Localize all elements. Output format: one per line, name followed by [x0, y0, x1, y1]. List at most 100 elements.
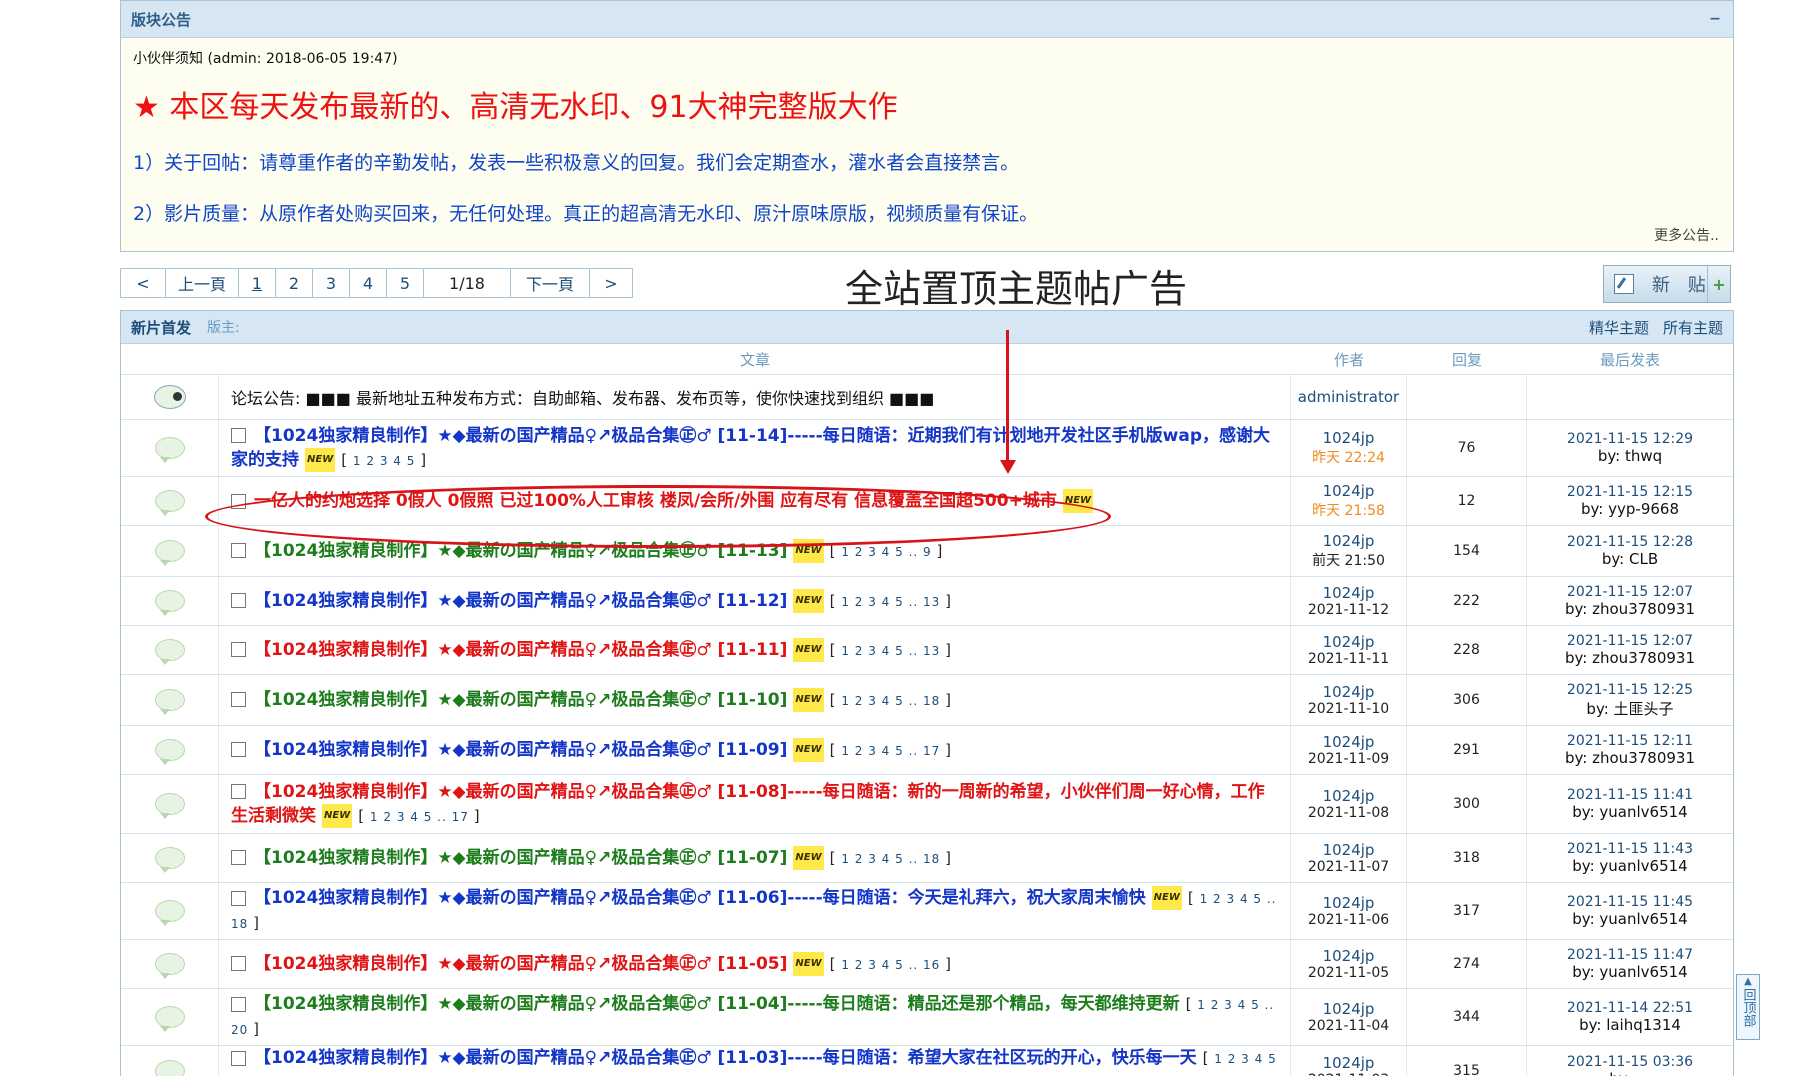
author-name[interactable]: 1024jp: [1323, 633, 1375, 651]
page-links[interactable]: 1 2 3 4 5 .. 18: [841, 694, 940, 708]
last-post-by: by: yyp-9668: [1581, 500, 1679, 518]
page-links[interactable]: 1 2 3 4 5 .. 18: [841, 852, 940, 866]
page-links[interactable]: 1 2 3 4 5 .. 17: [841, 744, 940, 758]
page-links[interactable]: 1 2 3 4 5: [353, 454, 415, 468]
new-post-button[interactable]: 新 贴 +: [1603, 265, 1731, 303]
topic-icon: [154, 1006, 185, 1032]
last-post-time[interactable]: 2021-11-15 11:45: [1567, 894, 1693, 910]
next-page-button[interactable]: 下一頁: [511, 269, 590, 297]
page-links[interactable]: 1 2 3 4 5 .. 16: [841, 958, 940, 972]
reply-count: 344: [1453, 1009, 1480, 1025]
annotation-arrow-head: [1000, 460, 1016, 474]
author-name[interactable]: 1024jp: [1323, 584, 1375, 602]
last-post-time[interactable]: 2021-11-15 12:29: [1567, 431, 1693, 447]
thread-title-link[interactable]: 【1024独家精良制作】★◆最新の国产精品♀↗极品合集㊣♂ [11-13]: [254, 541, 787, 561]
author-name[interactable]: 1024jp: [1323, 683, 1375, 701]
author-name[interactable]: 1024jp: [1323, 947, 1375, 965]
author-name[interactable]: 1024jp: [1323, 1000, 1375, 1018]
page-1-link[interactable]: 1: [239, 269, 276, 297]
thread-list: 新片首发 版主: 精华主题 所有主题 文章 作者 回复 最后发表 论坛公告: ■…: [120, 310, 1734, 1076]
page-links[interactable]: 1 2 3 4 5 .. 17: [370, 810, 469, 824]
thread-title-link[interactable]: 【1024独家精良制作】★◆最新の国产精品♀↗极品合集㊣♂ [11-03]---…: [254, 1048, 1197, 1068]
post-date: 2021-11-05: [1307, 965, 1390, 981]
col-last-post[interactable]: 最后发表: [1527, 344, 1733, 374]
author-name[interactable]: 1024jp: [1323, 532, 1375, 550]
announcement-icon: [153, 385, 186, 409]
thread-title-link[interactable]: 【1024独家精良制作】★◆最新の国产精品♀↗极品合集㊣♂ [11-04]---…: [254, 994, 1180, 1014]
last-post-time[interactable]: 2021-11-15 12:28: [1567, 534, 1693, 550]
thread-title-link[interactable]: 【1024独家精良制作】★◆最新の国产精品♀↗极品合集㊣♂ [11-10]: [254, 690, 787, 710]
last-post-by: by: ...: [1609, 1070, 1650, 1076]
last-page-button[interactable]: >: [590, 269, 632, 297]
page-links[interactable]: 1 2 3 4 5 .. 13: [841, 595, 940, 609]
table-row: 【1024独家精良制作】★◆最新の国产精品♀↗极品合集㊣♂ [11-03]---…: [121, 1046, 1733, 1076]
notice-author[interactable]: administrator: [1298, 388, 1399, 406]
last-post-time[interactable]: 2021-11-15 12:07: [1567, 633, 1693, 649]
table-row: 【1024独家精良制作】★◆最新の国产精品♀↗极品合集㊣♂ [11-09] NEW…: [121, 726, 1733, 775]
page-2-link[interactable]: 2: [276, 269, 313, 297]
thread-checkbox[interactable]: [231, 1050, 246, 1066]
all-threads-link[interactable]: 所有主题: [1663, 317, 1723, 338]
last-post-time[interactable]: 2021-11-15 12:11: [1567, 733, 1693, 749]
thread-title-link[interactable]: 【1024独家精良制作】★◆最新の国产精品♀↗极品合集㊣♂ [11-12]: [254, 591, 787, 611]
thread-checkbox[interactable]: [231, 642, 246, 657]
table-row: 【1024独家精良制作】★◆最新の国产精品♀↗极品合集㊣♂ [11-12] NEW…: [121, 577, 1733, 626]
last-post-time[interactable]: 2021-11-15 03:36: [1567, 1054, 1693, 1070]
author-name[interactable]: 1024jp: [1323, 1054, 1375, 1072]
author-name[interactable]: 1024jp: [1323, 482, 1375, 500]
thread-checkbox[interactable]: [231, 784, 246, 799]
author-name[interactable]: 1024jp: [1323, 894, 1375, 912]
column-headers: 文章 作者 回复 最后发表: [121, 344, 1733, 375]
thread-checkbox[interactable]: [231, 996, 246, 1012]
col-article[interactable]: 文章: [219, 344, 1291, 374]
collapse-button[interactable]: −: [1707, 11, 1723, 27]
thread-checkbox[interactable]: [231, 593, 246, 608]
digest-threads-link[interactable]: 精华主题: [1589, 317, 1649, 338]
more-announcements-link[interactable]: 更多公告..: [1654, 225, 1719, 245]
last-post-time[interactable]: 2021-11-15 11:41: [1567, 787, 1693, 803]
thread-title-link[interactable]: 【1024独家精良制作】★◆最新の国产精品♀↗极品合集㊣♂ [11-07]: [254, 848, 787, 868]
page-4-link[interactable]: 4: [350, 269, 387, 297]
last-post-time[interactable]: 2021-11-15 12:15: [1567, 484, 1693, 500]
announcement-header: 版块公告 −: [121, 1, 1733, 38]
last-post-time[interactable]: 2021-11-14 22:51: [1567, 1000, 1693, 1016]
thread-title-link[interactable]: 【1024独家精良制作】★◆最新の国产精品♀↗极品合集㊣♂ [11-09]: [254, 740, 787, 760]
author-name[interactable]: 1024jp: [1323, 429, 1375, 447]
thread-checkbox[interactable]: [231, 850, 246, 865]
thread-pages: [ 1 2 3 4 5 .. 13 ]: [829, 640, 952, 659]
page-5-link[interactable]: 5: [387, 269, 424, 297]
thread-checkbox[interactable]: [231, 543, 246, 558]
col-replies[interactable]: 回复: [1407, 344, 1527, 374]
notice-link[interactable]: ■■■ 最新地址五种发布方式：自助邮箱、发布器、发布页等，使你快速找到组织 ■■…: [306, 385, 935, 409]
thread-title-link[interactable]: 【1024独家精良制作】★◆最新の国产精品♀↗极品合集㊣♂ [11-06]---…: [254, 888, 1146, 908]
page-links[interactable]: 1 2 3 4 5 .. 13: [841, 644, 940, 658]
last-post-time[interactable]: 2021-11-15 12:07: [1567, 584, 1693, 600]
page-3-link[interactable]: 3: [313, 269, 350, 297]
col-author[interactable]: 作者: [1291, 344, 1407, 374]
prev-page-button[interactable]: 上一頁: [166, 269, 239, 297]
thread-checkbox[interactable]: [231, 493, 246, 509]
thread-title-link[interactable]: 【1024独家精良制作】★◆最新の国产精品♀↗极品合集㊣♂ [11-11]: [254, 640, 787, 660]
thread-checkbox[interactable]: [231, 692, 246, 707]
author-name[interactable]: 1024jp: [1323, 733, 1375, 751]
thread-checkbox[interactable]: [231, 428, 246, 443]
thread-checkbox[interactable]: [231, 890, 246, 906]
last-post-time[interactable]: 2021-11-15 11:43: [1567, 841, 1693, 857]
up-arrow-icon: ▲: [1744, 976, 1752, 987]
topic-icon: [154, 793, 185, 819]
forum-header: 新片首发 版主: 精华主题 所有主题: [121, 311, 1733, 344]
thread-title-link[interactable]: 一亿人的约炮选择 0假人 0假照 已过100%人工审核 楼凤/会所/外围 应有尽…: [254, 491, 1057, 511]
first-page-button[interactable]: <: [121, 269, 166, 297]
back-to-top-button[interactable]: ▲ 回顶部: [1736, 974, 1760, 1040]
last-post-time[interactable]: 2021-11-15 11:47: [1567, 947, 1693, 963]
thread-checkbox[interactable]: [231, 956, 246, 971]
author-name[interactable]: 1024jp: [1323, 787, 1375, 805]
last-post-time[interactable]: 2021-11-15 12:25: [1567, 682, 1693, 698]
post-date: 2021-11-12: [1307, 602, 1390, 618]
post-date: 2021-11-10: [1307, 701, 1390, 717]
author-name[interactable]: 1024jp: [1323, 841, 1375, 859]
thread-title-link[interactable]: 【1024独家精良制作】★◆最新の国产精品♀↗极品合集㊣♂ [11-05]: [254, 954, 787, 974]
plus-icon[interactable]: +: [1707, 266, 1730, 302]
thread-checkbox[interactable]: [231, 742, 246, 757]
page-links[interactable]: 1 2 3 4 5 .. 9: [841, 545, 931, 559]
